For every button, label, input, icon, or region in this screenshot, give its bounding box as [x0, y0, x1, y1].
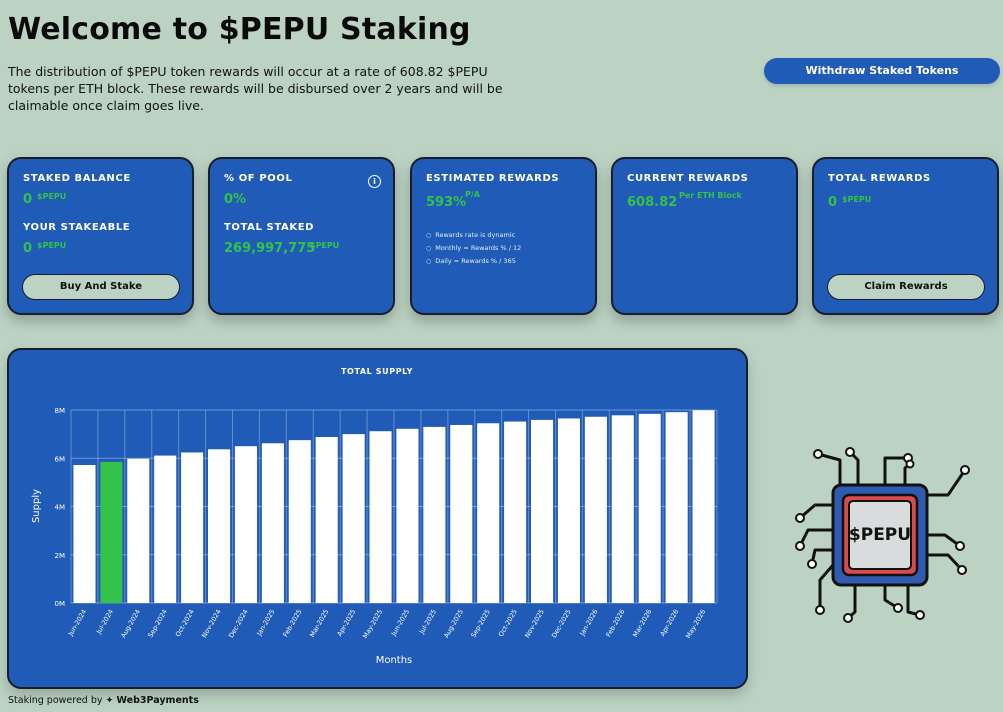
rewards-note: Daily = Rewards % / 365 [426, 255, 521, 268]
x-tick-label: Oct-2025 [497, 608, 519, 638]
x-axis-label: Months [376, 655, 413, 666]
supply-bar[interactable] [531, 419, 554, 603]
current-rewards-value: 608.82 [627, 195, 678, 210]
x-tick-label: Jul-2025 [417, 608, 438, 636]
staked-balance-value: 0 [23, 192, 33, 207]
footer: Staking powered by ✦ Web3Payments [8, 695, 199, 706]
current-rewards-label: CURRENT REWARDS [627, 173, 749, 184]
x-tick-label: Sep-2025 [469, 608, 491, 639]
y-axis-label: Supply [31, 489, 42, 523]
estimated-rewards-card: ESTIMATED REWARDS 593% P/A Rewards rate … [410, 157, 597, 315]
x-tick-label: Mar-2026 [631, 608, 653, 639]
estimated-rewards-value: 593% [426, 195, 467, 210]
x-tick-label: May-2026 [684, 608, 707, 640]
footer-prefix: Staking powered by [8, 695, 103, 706]
total-rewards-value: 0 [828, 195, 838, 210]
info-icon[interactable]: i [368, 175, 381, 188]
x-tick-label: Oct-2024 [174, 608, 196, 638]
supply-bar[interactable] [261, 443, 284, 603]
x-tick-label: Sep-2024 [146, 608, 168, 639]
x-tick-label: Apr-2025 [336, 608, 358, 638]
chart-title: TOTAL SUPPLY [341, 367, 413, 376]
supply-bar[interactable] [100, 461, 123, 603]
x-tick-label: Jan-2026 [578, 608, 600, 638]
your-stakeable-unit: $PEPU [37, 241, 67, 250]
total-rewards-label: TOTAL REWARDS [828, 173, 931, 184]
x-tick-label: Mar-2025 [308, 608, 330, 639]
supply-bar[interactable] [288, 440, 311, 603]
supply-bar[interactable] [557, 418, 580, 603]
rewards-note: Monthly = Rewards % / 12 [426, 242, 521, 255]
x-tick-label: Jan-2025 [255, 608, 277, 638]
supply-bar[interactable] [234, 446, 257, 603]
withdraw-button[interactable]: Withdraw Staked Tokens [764, 58, 1000, 84]
total-staked-unit: $PEPU [310, 241, 340, 250]
supply-chart-svg: TOTAL SUPPLY Supply Months 0M 2M 4M 6M 8M Jun… [31, 367, 718, 666]
y-tick-label: 8M [55, 407, 66, 415]
staked-balance-label: STAKED BALANCE [23, 173, 131, 184]
supply-bar[interactable] [181, 452, 204, 603]
supply-bar[interactable] [154, 455, 177, 603]
x-tick-label: Jul-2024 [94, 608, 115, 636]
x-tick-label: Nov-2025 [523, 608, 546, 639]
your-stakeable-label: YOUR STAKEABLE [23, 222, 131, 233]
supply-bar[interactable] [450, 424, 473, 603]
y-tick-label: 0M [55, 600, 66, 608]
current-rewards-unit: Per ETH Block [679, 191, 742, 200]
x-tick-label: Apr-2026 [659, 608, 681, 638]
x-tick-label: Dec-2025 [550, 608, 573, 639]
pepu-chip-illustration: $PEPU [795, 447, 970, 623]
x-tick-label: Nov-2024 [200, 608, 223, 639]
total-rewards-card: TOTAL REWARDS 0 $PEPU Claim Rewards [812, 157, 999, 315]
x-tick-label: Aug-2024 [119, 608, 142, 639]
pool-label: % OF POOL [224, 173, 293, 184]
pool-card: % OF POOL i 0% TOTAL STAKED 269,997,775 … [208, 157, 395, 315]
y-tick-label: 4M [55, 504, 66, 512]
supply-bar[interactable] [584, 416, 607, 603]
supply-bar[interactable] [208, 449, 231, 603]
supply-bar[interactable] [315, 437, 338, 603]
supply-bar[interactable] [73, 465, 96, 603]
buy-and-stake-button[interactable]: Buy And Stake [22, 274, 180, 300]
supply-bar[interactable] [127, 458, 150, 603]
footer-brand-link[interactable]: Web3Payments [117, 695, 199, 706]
y-tick-label: 2M [55, 552, 66, 560]
supply-bar[interactable] [638, 413, 661, 603]
total-supply-chart: TOTAL SUPPLY Supply Months 0M 2M 4M 6M 8M Jun… [7, 348, 748, 689]
x-tick-label: Feb-2026 [604, 608, 626, 638]
y-tick-label: 6M [55, 455, 66, 463]
total-rewards-unit: $PEPU [842, 195, 872, 204]
supply-bar[interactable] [423, 426, 446, 603]
page-title: Welcome to $PEPU Staking [8, 12, 471, 47]
supply-bar[interactable] [611, 415, 634, 603]
x-tick-label: May-2025 [361, 608, 384, 640]
pool-value: 0% [224, 192, 247, 207]
x-tick-label: Jun-2025 [389, 608, 411, 638]
estimated-rewards-unit: P/A [465, 190, 480, 199]
your-stakeable-value: 0 [23, 241, 33, 256]
staked-balance-card: STAKED BALANCE 0 $PEPU YOUR STAKEABLE 0 … [7, 157, 194, 315]
x-tick-label: Jun-2024 [66, 608, 88, 638]
supply-bar[interactable] [342, 434, 365, 603]
supply-bar[interactable] [477, 423, 500, 603]
staked-balance-unit: $PEPU [37, 192, 67, 201]
supply-bar[interactable] [665, 412, 688, 603]
claim-rewards-button[interactable]: Claim Rewards [827, 274, 985, 300]
supply-bar[interactable] [369, 431, 392, 603]
current-rewards-card: CURRENT REWARDS 608.82 Per ETH Block [611, 157, 798, 315]
x-tick-label: Feb-2025 [281, 608, 303, 638]
supply-bar[interactable] [396, 428, 419, 603]
x-tick-label: Dec-2024 [227, 608, 250, 639]
total-staked-label: TOTAL STAKED [224, 222, 315, 233]
supply-bar[interactable] [692, 410, 715, 603]
intro-text: The distribution of $PEPU token rewards … [8, 64, 503, 113]
rewards-notes: Rewards rate is dynamic Monthly = Reward… [426, 229, 521, 268]
x-tick-label: Aug-2025 [442, 608, 465, 639]
total-staked-value: 269,997,775 [224, 241, 316, 256]
web3payments-logo-icon: ✦ [105, 695, 114, 706]
supply-bar[interactable] [504, 421, 527, 603]
estimated-rewards-label: ESTIMATED REWARDS [426, 173, 560, 184]
rewards-note: Rewards rate is dynamic [426, 229, 521, 242]
chip-label: $PEPU [849, 525, 911, 545]
